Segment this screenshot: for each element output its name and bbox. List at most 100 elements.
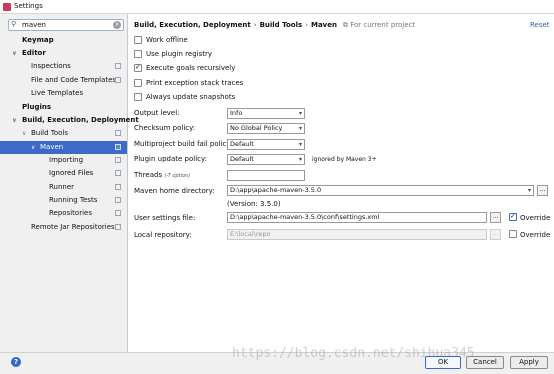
copy-settings-icon (115, 77, 121, 83)
copy-settings-icon (115, 210, 121, 216)
local-repository-label: Local repository: (134, 231, 192, 239)
maven-home-label: Maven home directory: (134, 187, 215, 195)
threads-label-text: Threads (134, 171, 163, 179)
sidebar-item-runner[interactable]: Runner (0, 181, 127, 194)
apply-button[interactable]: Apply (510, 356, 548, 369)
checksum-policy-value: No Global Policy (230, 124, 283, 132)
threads-input[interactable] (227, 170, 305, 181)
user-settings-browse-button[interactable]: ... (490, 212, 501, 223)
sidebar-item-label: Build Tools (31, 129, 69, 137)
always-update-snapshots-label: Always update snapshots (146, 93, 236, 101)
chevron-down-icon[interactable]: ∨ (31, 141, 35, 154)
sidebar-item-keymap[interactable]: Keymap (0, 34, 127, 47)
sidebar-item-inspections[interactable]: Inspections (0, 60, 127, 73)
chevron-down-icon[interactable]: ∨ (12, 47, 17, 60)
always-update-snapshots-checkbox[interactable] (134, 93, 142, 101)
window-title: Settings (14, 2, 43, 10)
sidebar-item-label: Inspections (31, 62, 71, 70)
output-level-select[interactable]: Info ▾ (227, 108, 305, 119)
sidebar-item-label: Ignored Files (49, 169, 94, 177)
plugin-update-policy-select[interactable]: Default ▾ (227, 154, 305, 165)
sidebar-item-label: File and Code Templates (31, 76, 117, 84)
chevron-down-icon[interactable]: ∨ (22, 127, 26, 140)
local-repository-browse-button[interactable]: ... (490, 229, 501, 240)
sidebar-item-ignored-files[interactable]: Ignored Files (0, 167, 127, 180)
user-settings-input[interactable]: D:\app\apache-maven-3.5.0\conf\settings.… (227, 212, 487, 223)
breadcrumb-part: Maven (310, 21, 337, 29)
breadcrumb-separator: › (305, 21, 308, 29)
sidebar-item-plugins[interactable]: Plugins (0, 101, 127, 114)
breadcrumb-separator: › (253, 21, 257, 29)
copy-settings-icon (115, 197, 121, 203)
sidebar-item-label: Maven (40, 143, 64, 151)
user-settings-override-checkbox[interactable] (509, 212, 517, 221)
plugin-update-policy-value: Default (230, 155, 254, 163)
sidebar-item-live-templates[interactable]: Live Templates (0, 87, 127, 100)
cancel-button[interactable]: Cancel (466, 356, 504, 369)
chevron-down-icon[interactable]: ∨ (12, 114, 17, 127)
chevron-down-icon: ▾ (527, 187, 531, 194)
help-icon[interactable]: ? (11, 357, 21, 367)
sidebar-item-importing[interactable]: Importing (0, 154, 127, 167)
sidebar-item-label: Running Tests (49, 196, 98, 204)
search-icon: ⚲ (11, 20, 17, 28)
chevron-down-icon: ▾ (298, 156, 302, 163)
multiproject-fail-policy-select[interactable]: Default ▾ (227, 139, 305, 150)
search-value: maven (22, 21, 46, 29)
project-scope-label: ⧉ For current project (342, 21, 416, 29)
sidebar-item-editor[interactable]: ∨ Editor (0, 47, 127, 60)
threads-hint: (-T option) (164, 173, 191, 179)
print-exception-stack-traces-checkbox[interactable] (134, 79, 142, 87)
sidebar-item-repositories[interactable]: Repositories (0, 207, 127, 220)
user-settings-label: User settings file: (134, 214, 196, 222)
multiproject-fail-policy-value: Default (230, 140, 254, 148)
checksum-policy-label: Checksum policy: (134, 124, 196, 132)
sidebar-item-file-code-templates[interactable]: File and Code Templates (0, 74, 127, 87)
copy-settings-icon (115, 224, 121, 230)
sidebar-item-build-execution-deployment[interactable]: ∨ Build, Execution, Deployment (0, 114, 139, 127)
sidebar-item-label: Plugins (22, 103, 52, 111)
copy-settings-icon (115, 184, 121, 190)
window-titlebar: Settings (0, 0, 554, 14)
sidebar-item-label: Live Templates (31, 89, 84, 97)
sidebar-item-label: Importing (49, 156, 84, 164)
sidebar-item-remote-jar-repositories[interactable]: Remote Jar Repositories (0, 221, 127, 234)
ok-button[interactable]: OK (425, 356, 461, 369)
print-exception-stack-traces-label: Print exception stack traces (146, 79, 244, 87)
sidebar-item-label: Keymap (22, 36, 54, 44)
maven-version-label: (Version: 3.5.0) (227, 200, 281, 208)
maven-home-browse-button[interactable]: ... (537, 185, 548, 196)
clear-search-icon[interactable]: × (113, 21, 121, 29)
sidebar-item-build-tools[interactable]: ∨ Build Tools (0, 127, 127, 140)
sidebar-item-label: Runner (49, 183, 75, 191)
chevron-down-icon: ▾ (298, 110, 302, 117)
copy-settings-icon (115, 170, 121, 176)
breadcrumb-part: Build Tools (259, 21, 303, 29)
local-repository-override-checkbox[interactable] (509, 230, 517, 238)
local-repository-input[interactable]: E:\local\repo (227, 229, 487, 240)
checksum-policy-select[interactable]: No Global Policy ▾ (227, 123, 305, 134)
sidebar-item-maven[interactable]: ∨ Maven (0, 141, 127, 154)
use-plugin-registry-label: Use plugin registry (146, 50, 213, 58)
execute-goals-recursively-checkbox[interactable] (134, 63, 142, 72)
sidebar-item-label: Repositories (49, 209, 92, 217)
maven-home-value: D:\app\apache-maven-3.5.0 (230, 186, 322, 194)
copy-settings-icon (115, 144, 121, 150)
work-offline-checkbox[interactable] (134, 36, 142, 44)
copy-settings-icon (115, 130, 121, 136)
app-icon (3, 3, 11, 11)
maven-home-select[interactable]: D:\app\apache-maven-3.5.0 ▾ (227, 185, 534, 196)
project-scope-text: For current project (350, 21, 416, 29)
threads-label: Threads (-T option) (134, 171, 190, 179)
sidebar-item-running-tests[interactable]: Running Tests (0, 194, 127, 207)
breadcrumb: Build, Execution, Deployment › Build Tools… (134, 21, 415, 30)
output-level-value: Info (230, 109, 243, 117)
chevron-down-icon: ▾ (298, 141, 302, 148)
sidebar-item-label: Editor (22, 49, 46, 57)
plugin-update-policy-note: ignored by Maven 3+ (312, 156, 377, 163)
sidebar-item-label: Remote Jar Repositories (31, 223, 115, 231)
work-offline-label: Work offline (146, 36, 188, 44)
reset-link[interactable]: Reset (530, 21, 550, 29)
use-plugin-registry-checkbox[interactable] (134, 50, 142, 58)
search-input[interactable]: ⚲ maven × (8, 19, 124, 31)
